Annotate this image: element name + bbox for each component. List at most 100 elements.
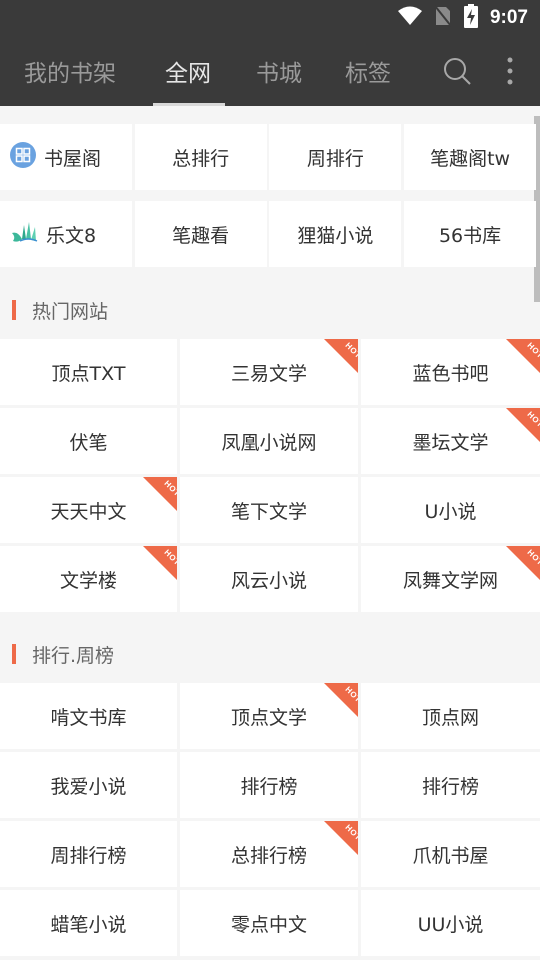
site-tile-label: 墨坛文学 xyxy=(412,431,489,454)
site-tile[interactable]: 我爱小说 xyxy=(0,752,177,818)
quick-link-label: 书屋阁 xyxy=(44,147,102,170)
site-tile-label: 文学楼 xyxy=(59,569,117,592)
site-tile-label: UU小说 xyxy=(417,913,484,936)
hot-badge: HOT xyxy=(324,683,358,717)
active-tab-indicator xyxy=(153,103,225,106)
site-tile-label: 风云小说 xyxy=(230,569,307,592)
site-tile[interactable]: 顶点网 xyxy=(361,683,540,749)
site-tile-label: 伏笔 xyxy=(69,431,108,454)
hot-badge-text: HOT xyxy=(162,478,177,499)
site-tile[interactable]: 排行榜 xyxy=(180,752,358,818)
site-tile[interactable]: UU小说 xyxy=(361,890,540,956)
lewen-logo-icon xyxy=(10,219,38,250)
site-tile[interactable]: 文学楼 HOT xyxy=(0,546,177,612)
no-sim-icon xyxy=(434,5,452,31)
section-accent-bar xyxy=(12,300,16,320)
site-tile[interactable]: 天天中文 HOT xyxy=(0,477,177,543)
quick-link-label: 笔趣阁tw xyxy=(430,147,511,170)
quick-link-label: 乐文8 xyxy=(46,224,97,247)
status-bar: 9:07 xyxy=(397,4,528,32)
site-tile-label: U小说 xyxy=(424,500,477,523)
tab-tags[interactable]: 标签 xyxy=(345,54,391,88)
site-tile-label: 顶点文学 xyxy=(230,706,307,729)
site-tile-label: 凤凰小说网 xyxy=(221,431,317,454)
quick-links-row-2: 乐文8 笔趣看 狸猫小说 56书库 xyxy=(0,201,537,267)
site-tile-label: 零点中文 xyxy=(230,913,307,936)
site-tile-label: 排行榜 xyxy=(240,775,298,798)
tab-bookshelf[interactable]: 我的书架 xyxy=(24,54,116,88)
rankings-grid: 啃文书库 顶点文学 HOT 顶点网我爱小说 排行榜 排行榜周排行榜 总排行榜 HOT 爪机书屋蜡… xyxy=(0,683,540,956)
hot-badge: HOT xyxy=(506,546,540,580)
site-tile-label: 顶点网 xyxy=(421,706,479,729)
site-tile-label: 天天中文 xyxy=(50,500,127,523)
wifi-icon xyxy=(397,6,422,30)
tab-all-web[interactable]: 全网 xyxy=(165,54,211,88)
hot-badge: HOT xyxy=(143,546,177,580)
site-tile-label: 爪机书屋 xyxy=(412,844,489,867)
hot-badge: HOT xyxy=(324,821,358,855)
hot-badge: HOT xyxy=(143,477,177,511)
site-tile[interactable]: 伏笔 xyxy=(0,408,177,474)
site-tile[interactable]: 凤凰小说网 xyxy=(180,408,358,474)
quick-link-label: 笔趣看 xyxy=(172,224,230,247)
quick-link-label: 周排行 xyxy=(306,147,364,170)
hot-badge-text: HOT xyxy=(162,547,177,568)
hot-badge-text: HOT xyxy=(525,409,540,430)
site-tile-label: 顶点TXT xyxy=(51,362,126,385)
app-bar: 9:07 我的书架 全网 书城 标签 xyxy=(0,0,540,106)
top-tabs: 我的书架 全网 书城 标签 xyxy=(0,40,540,106)
section-accent-bar xyxy=(12,644,16,664)
quick-link-weekly-rank[interactable]: 周排行 xyxy=(269,124,402,190)
site-tile[interactable]: 三易文学 HOT xyxy=(180,339,358,405)
site-tile[interactable]: 墨坛文学 HOT xyxy=(361,408,540,474)
hot-sites-grid: 顶点TXT 三易文学 HOT 蓝色书吧 HOT 伏笔 凤凰小说网 墨坛文学 HOT 天天中文 HOT… xyxy=(0,339,540,612)
quick-link-56shuku[interactable]: 56书库 xyxy=(404,201,537,267)
section-title: 排行.周榜 xyxy=(32,644,115,667)
quick-link-total-rank[interactable]: 总排行 xyxy=(134,124,267,190)
hot-badge: HOT xyxy=(324,339,358,373)
site-tile[interactable]: 风云小说 xyxy=(180,546,358,612)
section-header-hot-sites: 热门网站 xyxy=(0,290,540,330)
site-tile[interactable]: 零点中文 xyxy=(180,890,358,956)
site-tile-label: 凤舞文学网 xyxy=(402,569,498,592)
section-header-rankings: 排行.周榜 xyxy=(0,634,540,674)
site-tile[interactable]: 周排行榜 xyxy=(0,821,177,887)
quick-link-shuwuge[interactable]: 书屋阁 xyxy=(0,124,132,190)
hot-badge-text: HOT xyxy=(343,340,358,361)
site-tile[interactable]: 爪机书屋 xyxy=(361,821,540,887)
quick-link-label: 56书库 xyxy=(438,224,502,247)
battery-charging-icon xyxy=(463,4,478,32)
shuwuge-logo-icon xyxy=(10,141,36,173)
site-tile[interactable]: 凤舞文学网 HOT xyxy=(361,546,540,612)
site-tile[interactable]: 顶点文学 HOT xyxy=(180,683,358,749)
clock: 9:07 xyxy=(489,7,528,28)
site-tile[interactable]: 啃文书库 xyxy=(0,683,177,749)
search-icon[interactable] xyxy=(440,54,474,88)
site-tile[interactable]: 蓝色书吧 HOT xyxy=(361,339,540,405)
quick-link-biqukan[interactable]: 笔趣看 xyxy=(134,201,267,267)
site-tile-label: 蓝色书吧 xyxy=(412,362,489,385)
site-tile[interactable]: 总排行榜 HOT xyxy=(180,821,358,887)
hot-badge-text: HOT xyxy=(525,340,540,361)
quick-links-row-1: 书屋阁 总排行 周排行 笔趣阁tw xyxy=(0,124,537,190)
site-tile[interactable]: 笔下文学 xyxy=(180,477,358,543)
site-tile[interactable]: 蜡笔小说 xyxy=(0,890,177,956)
site-tile[interactable]: 顶点TXT xyxy=(0,339,177,405)
quick-link-lewen8[interactable]: 乐文8 xyxy=(0,201,132,267)
site-tile[interactable]: U小说 xyxy=(361,477,540,543)
hot-badge-text: HOT xyxy=(343,684,358,705)
quick-link-limao[interactable]: 狸猫小说 xyxy=(269,201,402,267)
section-title: 热门网站 xyxy=(32,300,109,323)
tab-bookstore[interactable]: 书城 xyxy=(256,54,302,88)
site-tile[interactable]: 排行榜 xyxy=(361,752,540,818)
quick-link-label: 狸猫小说 xyxy=(297,224,374,247)
quick-link-label: 总排行 xyxy=(172,147,230,170)
quick-link-biquge-tw[interactable]: 笔趣阁tw xyxy=(404,124,537,190)
more-vertical-icon[interactable] xyxy=(500,54,520,88)
hot-badge: HOT xyxy=(506,339,540,373)
site-tile-label: 周排行榜 xyxy=(50,844,127,867)
site-tile-label: 三易文学 xyxy=(230,362,307,385)
hot-badge-text: HOT xyxy=(343,822,358,843)
hot-badge: HOT xyxy=(506,408,540,442)
site-tile-label: 啃文书库 xyxy=(50,706,127,729)
